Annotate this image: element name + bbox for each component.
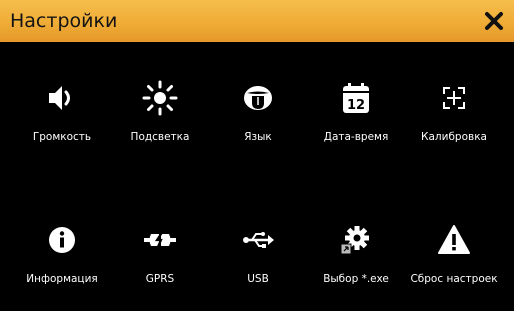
tile-gprs[interactable]: GPRS (112, 216, 208, 311)
tile-label: Сброс настроек (410, 273, 498, 285)
tile-exe-select[interactable]: Выбор *.exe (308, 216, 404, 311)
settings-screen: Настройки Громкость Подсветка Язык 12 Да… (0, 0, 514, 311)
info-icon (44, 222, 80, 258)
tile-label: Информация (26, 273, 98, 285)
tile-label: Калибровка (421, 131, 487, 143)
warning-triangle-icon (436, 222, 472, 258)
tile-information[interactable]: Информация (14, 216, 110, 311)
calibration-crosshair-icon (436, 80, 472, 116)
tile-label: Дата-время (323, 131, 389, 143)
gprs-connection-icon (142, 222, 178, 258)
tile-factory-reset[interactable]: Сброс настроек (406, 216, 502, 311)
tile-volume[interactable]: Громкость (14, 74, 110, 174)
close-icon (485, 12, 503, 30)
tile-calibration[interactable]: Калибровка (406, 74, 502, 174)
tile-datetime[interactable]: 12 Дата-время (308, 74, 404, 174)
usb-icon (240, 222, 276, 258)
tile-language[interactable]: Язык (210, 74, 306, 174)
close-button[interactable] (482, 9, 506, 33)
exe-gear-icon (338, 222, 374, 258)
tile-usb[interactable]: USB (210, 216, 306, 311)
tile-label: Выбор *.exe (323, 273, 389, 285)
tile-label: USB (247, 273, 269, 285)
calendar-icon: 12 (338, 80, 374, 116)
window-title: Настройки (10, 10, 118, 32)
title-bar: Настройки (0, 0, 514, 42)
calendar-day-number: 12 (347, 98, 365, 113)
tile-backlight[interactable]: Подсветка (112, 74, 208, 174)
tile-label: GPRS (145, 273, 175, 285)
tile-label: Громкость (32, 131, 92, 143)
tile-label: Подсветка (130, 131, 190, 143)
tile-label: Язык (244, 131, 272, 143)
speaker-volume-icon (44, 80, 80, 116)
backlight-sun-icon (142, 80, 178, 116)
language-mouth-icon (240, 80, 276, 116)
